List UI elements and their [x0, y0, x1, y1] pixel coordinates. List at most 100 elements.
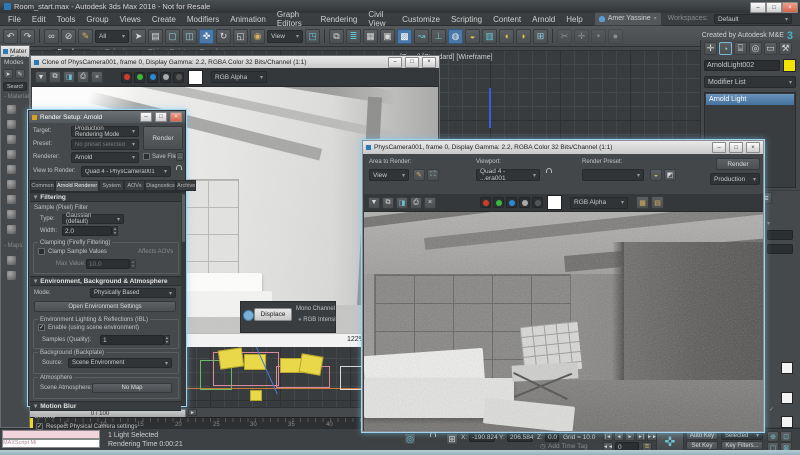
vfb2-red-channel-icon[interactable]: [480, 197, 491, 208]
save-file-browse-button[interactable]: ...: [176, 152, 184, 161]
environment-dialog-icon[interactable]: ◩: [664, 169, 676, 181]
vfb2-viewport-dropdown[interactable]: Quad 4 - ...era001 ▾: [476, 168, 540, 182]
hierarchy-tab-icon[interactable]: ⌸: [734, 42, 747, 55]
vfb2-close-button[interactable]: ×: [746, 142, 760, 153]
vfb1-mono-channel-icon[interactable]: [160, 71, 171, 83]
open-environment-settings-button[interactable]: Open Environment Settings: [34, 301, 176, 312]
z-coordinate-field[interactable]: 0.0: [545, 432, 559, 442]
bind-spacewarp-icon[interactable]: ✎: [78, 28, 93, 44]
vfb2-mono-channel-icon[interactable]: [519, 197, 530, 208]
scene-atmosphere-button[interactable]: No Map: [92, 383, 172, 393]
bg-source-dropdown[interactable]: Scene Environment ▾: [68, 358, 172, 368]
environment-rollout-header[interactable]: ▾ Environment, Background & Atmosphere: [30, 276, 181, 286]
render-button[interactable]: Render: [143, 126, 183, 150]
slate-search-field[interactable]: Search...: [3, 82, 27, 91]
auto-key-button[interactable]: Auto Key: [686, 431, 718, 440]
select-and-move-icon[interactable]: ✜: [199, 28, 214, 44]
rectangular-selection-region-icon[interactable]: ▢: [165, 28, 180, 44]
edit-region-icon[interactable]: ✎: [413, 169, 425, 181]
render-setup-icon[interactable]: ◒: [465, 28, 480, 44]
max-value-spinner[interactable]: ▲ ▼: [130, 259, 136, 269]
y-coordinate-field[interactable]: 206.584: [507, 432, 534, 442]
select-link-icon[interactable]: ∞: [44, 28, 59, 44]
vfb2-production-dropdown[interactable]: Production ▾: [710, 173, 760, 185]
slate-select-icon[interactable]: ➤: [3, 69, 13, 79]
scene-explorer-icon[interactable]: ▦: [363, 28, 378, 44]
vfb1-channel-dropdown[interactable]: RGB Alpha ▾: [211, 71, 267, 83]
ibl-enable-checkbox[interactable]: ✓: [38, 324, 45, 331]
filtering-rollout-header[interactable]: ▾ Filtering: [30, 192, 181, 202]
object-name-field[interactable]: ArnoldLight002: [704, 60, 780, 71]
tab-common[interactable]: Common: [30, 180, 55, 191]
vfb2-copy-icon[interactable]: ⧉: [382, 196, 394, 209]
rgb-intensity-radio[interactable]: ● RGB Intensity: [298, 316, 340, 324]
render-setup-close-button[interactable]: ×: [170, 112, 182, 122]
vfb1-minimize-button[interactable]: –: [388, 56, 402, 68]
workspace-dropdown[interactable]: Default ▾: [714, 14, 792, 24]
select-object-icon[interactable]: ➤: [131, 28, 146, 44]
menu-views[interactable]: Views: [120, 15, 141, 24]
menu-tools[interactable]: Tools: [57, 15, 76, 24]
object-color-swatch[interactable]: [783, 59, 796, 72]
zoom-all-icon[interactable]: ⊡: [780, 431, 792, 442]
open-arnold-aov-icon[interactable]: ⊞: [533, 28, 548, 44]
tab-system[interactable]: System: [99, 180, 124, 191]
render-setup-maximize-button[interactable]: □: [155, 112, 167, 122]
area-to-render-dropdown[interactable]: View ▾: [369, 169, 409, 181]
displace-button[interactable]: Displace: [254, 308, 292, 321]
filter-width-spinner[interactable]: ▲ ▼: [112, 226, 118, 236]
next-frame-icon[interactable]: ►|: [636, 432, 646, 441]
menu-create[interactable]: Create: [152, 15, 176, 24]
vfb2-save-icon[interactable]: ▼: [368, 196, 380, 209]
dialog-scrollbar[interactable]: [181, 192, 186, 405]
slate-material-swatches[interactable]: [1, 101, 29, 234]
vfb1-print-icon[interactable]: ⎙: [77, 71, 89, 83]
menu-arnold[interactable]: Arnold: [532, 15, 555, 24]
select-by-name-icon[interactable]: ▤: [148, 28, 163, 44]
vfb2-minimize-button[interactable]: –: [712, 142, 726, 153]
render-setup-shortcut-icon[interactable]: ◒: [650, 169, 662, 181]
slate-maps-section[interactable]: - Maps: [1, 240, 29, 252]
redo-icon[interactable]: ↷: [20, 28, 35, 44]
x-coordinate-field[interactable]: -190.824: [469, 432, 498, 442]
light-color-swatch[interactable]: [781, 362, 793, 374]
prev-frame-icon[interactable]: ◄: [614, 432, 624, 441]
rendered-frame-window-icon[interactable]: ▥: [482, 28, 497, 44]
modify-tab-icon[interactable]: ◔: [719, 42, 732, 55]
slate-materials-section[interactable]: - Materials: [1, 93, 29, 101]
auto-region-icon[interactable]: ⛶: [427, 169, 439, 181]
filter-type-dropdown[interactable]: Gaussian (default) ▾: [62, 213, 124, 225]
motion-tab-icon[interactable]: ◎: [749, 42, 762, 55]
layer-manager-icon[interactable]: ▣: [380, 28, 395, 44]
menu-help[interactable]: Help: [566, 15, 582, 24]
menu-scripting[interactable]: Scripting: [451, 15, 482, 24]
unlink-icon[interactable]: ⊘: [61, 28, 76, 44]
selection-set-dropdown[interactable]: Selected ▾: [721, 431, 763, 440]
slate-material-editor-titlebar[interactable]: Slate Material Editor: [1, 46, 29, 57]
select-and-place-icon[interactable]: ◉: [250, 28, 265, 44]
slate-pick-icon[interactable]: ✎: [15, 69, 25, 79]
ribbon-toggle-icon[interactable]: ▩: [397, 28, 412, 44]
modifier-list-dropdown[interactable]: Modifier List ▾: [704, 76, 796, 88]
vfb1-maximize-button[interactable]: □: [405, 56, 419, 68]
display-tab-icon[interactable]: ▭: [764, 42, 777, 55]
vfb2-save-table-icon[interactable]: ▦: [636, 196, 649, 209]
vfb1-alpha-channel-icon[interactable]: [173, 71, 184, 83]
vfb2-blue-channel-icon[interactable]: [506, 197, 517, 208]
curve-editor-icon[interactable]: ↝: [414, 28, 429, 44]
pan-navigate-icon[interactable]: ✜: [656, 431, 684, 452]
env-mode-dropdown[interactable]: Physically Based ▾: [90, 288, 176, 298]
render-setup-minimize-button[interactable]: –: [140, 112, 152, 122]
align-icon[interactable]: ≣: [346, 28, 361, 44]
max-value-field[interactable]: 10.0: [86, 259, 130, 269]
undo-icon[interactable]: ↶: [3, 28, 18, 44]
tab-aovs[interactable]: AOVs: [124, 180, 145, 191]
vfb1-color-correct-icon[interactable]: ◨: [63, 71, 75, 83]
schematic-view-icon[interactable]: ⊥: [431, 28, 446, 44]
motion-blur-rollout-header[interactable]: ▾ Motion Blur: [30, 401, 181, 411]
samples-quality-field[interactable]: 1: [100, 335, 164, 345]
render-iterative-icon[interactable]: ◗: [516, 28, 531, 44]
menu-edit[interactable]: Edit: [32, 15, 46, 24]
menu-modifiers[interactable]: Modifiers: [187, 15, 219, 24]
vfb2-clone-icon[interactable]: ◨: [396, 196, 408, 209]
